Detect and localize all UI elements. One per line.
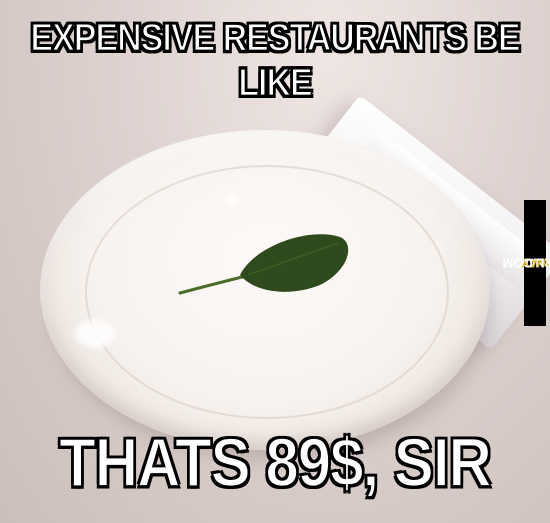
plate-glint bbox=[75, 320, 115, 348]
bottom-caption: THATS 89$, SIR bbox=[58, 423, 492, 502]
leaf-blade bbox=[240, 234, 349, 292]
top-caption: EXPENSIVE RESTAURANTS BE LIKE bbox=[30, 15, 522, 105]
meme-image: EXPENSIVE RESTAURANTS BE LIKE THATS 89$,… bbox=[0, 0, 550, 523]
site-watermark: NOWAYGIRL.COM bbox=[503, 200, 550, 326]
spinach-leaf-icon bbox=[178, 234, 349, 295]
plate-glint bbox=[225, 195, 239, 205]
leaf-stem bbox=[178, 273, 252, 295]
watermark-part-3: GIRL.COM bbox=[502, 255, 550, 271]
